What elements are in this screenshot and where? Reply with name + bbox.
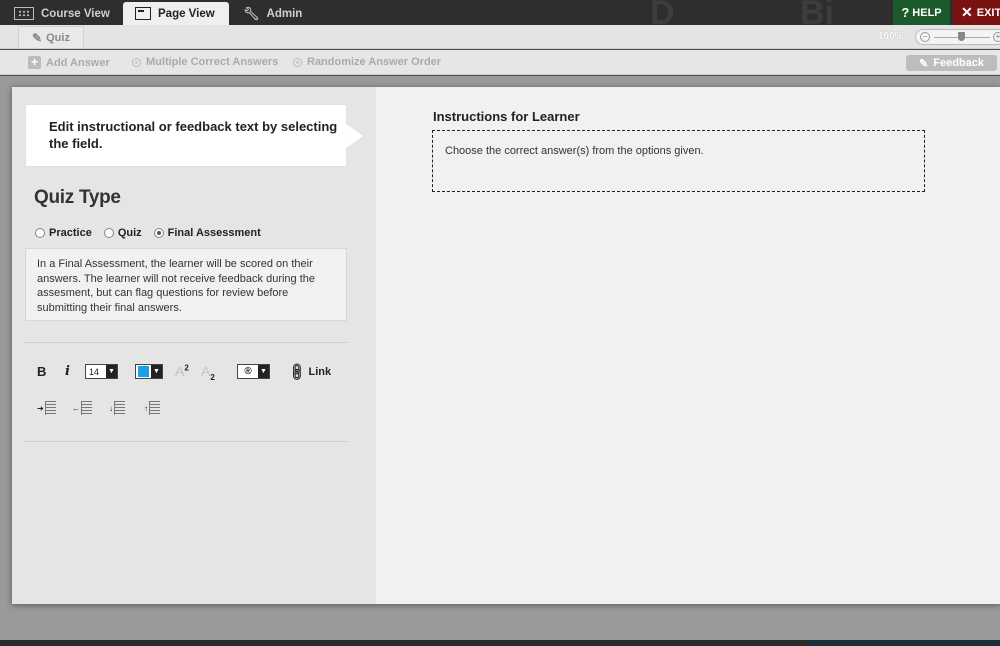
radio-icon [132, 57, 141, 67]
edit-hint-callout: Edit instructional or feedback text by s… [25, 104, 347, 167]
page-tab-quiz[interactable]: ✎ Quiz [18, 26, 84, 48]
option-label: Practice [49, 227, 92, 239]
quiz-type-radio-group: Practice Quiz Final Assessment [35, 227, 273, 239]
randomize-order-toggle[interactable]: Randomize Answer Order [293, 56, 441, 68]
multiple-correct-toggle[interactable]: Multiple Correct Answers [132, 56, 278, 68]
zoom-level: 100% [878, 31, 904, 42]
close-icon: ✕ [961, 4, 973, 20]
superscript-mark: 2 [184, 363, 189, 373]
tab-course-view[interactable]: Course View [2, 2, 122, 25]
outdent-button[interactable]: ← [72, 401, 92, 415]
zoom-in-icon[interactable]: + [993, 32, 1000, 42]
divider [25, 441, 347, 442]
list-icon [114, 401, 125, 415]
subscript-button[interactable]: A2 [201, 363, 215, 382]
chevron-down-icon: ▼ [258, 365, 269, 378]
quiz-type-practice[interactable]: Practice [35, 227, 92, 239]
font-size-value: 14 [89, 366, 100, 377]
tab-admin[interactable]: 🔧︎ Admin [231, 2, 314, 25]
exit-label: EXIT [976, 6, 1000, 19]
arrow-right-icon: ➜ [37, 403, 44, 413]
italic-button[interactable]: i [65, 364, 70, 379]
top-nav-bar: D Bi Course View Page View 🔧︎ Admin ? HE… [0, 0, 1000, 32]
radio-button[interactable] [35, 228, 45, 238]
wrench-icon: 🔧︎ [243, 5, 260, 21]
pencil-icon: ✎ [32, 30, 43, 45]
arrow-down-icon: ↓ [109, 403, 113, 413]
instructions-heading: Instructions for Learner [433, 109, 580, 124]
chevron-down-icon: ▼ [151, 365, 162, 378]
font-size-select[interactable]: 14 ▼ [85, 364, 118, 379]
randomize-label: Randomize Answer Order [307, 56, 442, 68]
multiple-correct-label: Multiple Correct Answers [146, 56, 279, 68]
color-swatch [138, 366, 149, 377]
page-tab-label: Quiz [46, 31, 70, 44]
zoom-out-icon[interactable]: − [920, 32, 930, 42]
callout-arrow [346, 124, 363, 148]
tab-label: Admin [266, 7, 303, 20]
help-label: HELP [912, 6, 942, 19]
divider [25, 342, 347, 343]
list-icon [149, 401, 160, 415]
question-icon: ? [901, 5, 910, 20]
radio-button[interactable] [103, 228, 114, 238]
quiz-type-description: In a Final Assessment, the learner will … [25, 248, 347, 321]
subscript-mark: 2 [210, 372, 215, 382]
arrow-left-icon: ← [72, 403, 80, 413]
move-up-button[interactable]: ↑ [144, 401, 160, 415]
radio-button-selected[interactable] [153, 228, 164, 238]
special-symbol-select[interactable]: ® ▼ [237, 364, 270, 379]
quiz-type-final-assessment[interactable]: Final Assessment [153, 227, 261, 239]
feedback-label: Feedback [933, 57, 984, 69]
radio-icon [293, 57, 302, 67]
text-color-select[interactable]: ▼ [135, 364, 163, 379]
arrow-up-icon: ↑ [144, 403, 148, 413]
quiz-toolbar: + Add Answer Multiple Correct Answers Ra… [0, 50, 1000, 75]
plus-icon: + [28, 56, 41, 69]
list-icon [81, 401, 92, 415]
help-button[interactable]: ? HELP [893, 0, 950, 25]
bold-button[interactable]: B [37, 364, 46, 379]
option-label: Quiz [117, 227, 142, 239]
chevron-down-icon: ▼ [106, 365, 117, 378]
zoom-slider[interactable]: − + [915, 29, 1000, 45]
tab-label: Course View [41, 7, 110, 20]
page-icon [135, 7, 151, 20]
add-answer-label: Add Answer [46, 56, 110, 69]
link-label: Link [308, 366, 332, 378]
subscript-letter: A [201, 363, 211, 379]
bottom-bar-accent [808, 640, 1000, 646]
instructions-text-field[interactable]: Choose the correct answer(s) from the op… [432, 130, 925, 192]
tab-page-view[interactable]: Page View [123, 2, 229, 25]
pencil-icon: ✎ [919, 57, 929, 70]
quiz-type-quiz[interactable]: Quiz [103, 227, 142, 239]
grid-icon [14, 7, 34, 20]
page-tab-bar: ✎ Quiz 100% − + [0, 25, 1000, 49]
option-label: Final Assessment [167, 227, 261, 239]
list-icon [44, 401, 56, 415]
superscript-letter: A [175, 363, 185, 379]
exit-button[interactable]: ✕ EXIT [953, 0, 1000, 25]
indent-button[interactable]: ➜ [37, 401, 56, 415]
registered-symbol-icon: ® [244, 366, 252, 377]
link-button[interactable]: 🔗︎ Link [286, 361, 332, 383]
tab-label: Page View [158, 7, 215, 20]
superscript-button[interactable]: A2 [175, 363, 189, 379]
move-down-button[interactable]: ↓ [109, 401, 125, 415]
zoom-thumb[interactable] [958, 32, 965, 41]
feedback-button[interactable]: ✎ Feedback [906, 55, 997, 71]
add-answer-button[interactable]: + Add Answer [28, 56, 110, 69]
quiz-type-heading: Quiz Type [34, 187, 121, 208]
